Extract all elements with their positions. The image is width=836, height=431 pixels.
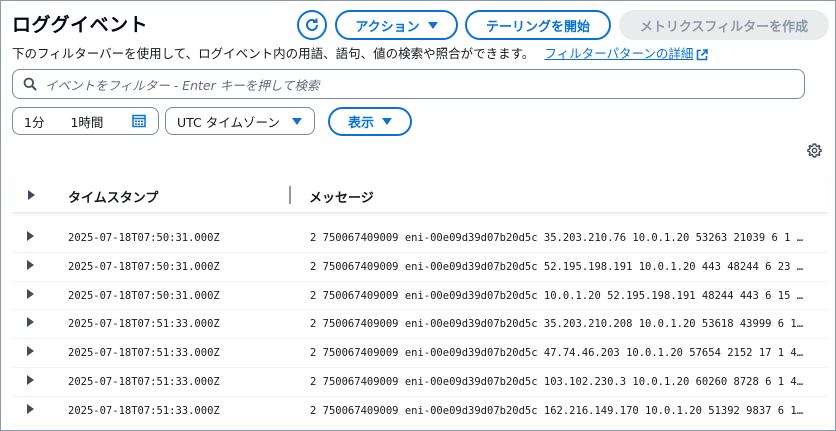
calendar-icon[interactable] xyxy=(132,114,146,128)
filter-description-text: 下のフィルターバーを使用して、ログイベント内の用語、語句、値の検索や照合ができま… xyxy=(12,46,535,61)
column-header-timestamp[interactable]: タイムスタンプ xyxy=(68,187,158,206)
time-range-selector[interactable]: 1分 1時間 xyxy=(12,107,159,135)
actions-dropdown-button[interactable]: アクション xyxy=(335,10,458,40)
row-message: 2 750067409009 eni-00e09d39d07b20d5c 103… xyxy=(310,375,808,388)
log-events-panel: ロググイベント アクション テーリングを開始 メトリクスフィルターを作成 下のフ… xyxy=(0,0,836,431)
expand-all-icon[interactable] xyxy=(28,190,35,200)
table-row[interactable]: 2025-07-18T07:50:31.000Z 2 750067409009 … xyxy=(12,253,828,282)
start-tailing-button[interactable]: テーリングを開始 xyxy=(465,10,611,40)
timezone-select[interactable]: UTC タイムゾーン xyxy=(165,107,315,135)
filter-pattern-link-label: フィルターパターンの詳細 xyxy=(544,46,694,61)
refresh-button[interactable] xyxy=(297,10,327,40)
row-timestamp: 2025-07-18T07:51:33.000Z xyxy=(68,404,220,417)
row-timestamp: 2025-07-18T07:50:31.000Z xyxy=(68,260,220,273)
table-row[interactable]: 2025-07-18T07:51:33.000Z 2 750067409009 … xyxy=(12,310,828,340)
column-header-message[interactable]: メッセージ xyxy=(309,187,374,206)
event-filter-search[interactable]: イベントをフィルター - Enter キーを押して検索 xyxy=(12,69,805,99)
range-1-minute[interactable]: 1分 xyxy=(24,112,44,131)
row-timestamp: 2025-07-18T07:50:31.000Z xyxy=(68,232,220,244)
filter-pattern-link[interactable]: フィルターパターンの詳細 xyxy=(544,46,709,61)
expand-row-icon[interactable] xyxy=(27,317,34,328)
row-timestamp: 2025-07-18T07:50:31.000Z xyxy=(68,289,220,302)
table-row[interactable]: 2025-07-18T07:51:33.000Z 2 750067409009 … xyxy=(12,397,828,426)
row-message: 2 750067409009 eni-00e09d39d07b20d5c 10.… xyxy=(310,289,808,302)
start-tailing-label: テーリングを開始 xyxy=(485,19,590,35)
gear-icon[interactable] xyxy=(807,143,822,158)
expand-row-icon[interactable] xyxy=(27,403,34,414)
caret-down-icon xyxy=(427,21,438,29)
caret-down-icon xyxy=(292,117,302,125)
refresh-icon xyxy=(306,18,318,31)
create-metric-filter-label: メトリクスフィルターを作成 xyxy=(639,19,809,35)
search-icon xyxy=(23,77,37,91)
table-row[interactable]: 2025-07-18T07:50:31.000Z 2 750067409009 … xyxy=(12,224,828,253)
row-timestamp: 2025-07-18T07:51:33.000Z xyxy=(68,318,220,331)
log-events-table-body: 2025-07-18T07:50:31.000Z 2 750067409009 … xyxy=(12,224,828,426)
display-dropdown-button[interactable]: 表示 xyxy=(328,107,412,136)
row-message: 2 750067409009 eni-00e09d39d07b20d5c 35.… xyxy=(310,318,808,331)
table-row[interactable]: 2025-07-18T07:51:33.000Z 2 750067409009 … xyxy=(12,368,828,397)
row-message: 2 750067409009 eni-00e09d39d07b20d5c 47.… xyxy=(310,347,808,360)
row-message: 2 750067409009 eni-00e09d39d07b20d5c 162… xyxy=(310,404,808,417)
expand-row-icon[interactable] xyxy=(27,259,34,270)
expand-row-icon[interactable] xyxy=(27,231,34,241)
expand-row-icon[interactable] xyxy=(27,374,34,385)
display-label: 表示 xyxy=(347,116,374,131)
caret-down-icon xyxy=(382,118,392,125)
filter-description: 下のフィルターバーを使用して、ログイベント内の用語、語句、値の検索や照合ができま… xyxy=(12,43,709,62)
table-row[interactable]: 2025-07-18T07:50:31.000Z 2 750067409009 … xyxy=(12,282,828,311)
range-1-hour[interactable]: 1時間 xyxy=(70,112,103,131)
row-message: 2 750067409009 eni-00e09d39d07b20d5c 35.… xyxy=(310,232,808,244)
table-header: タイムスタンプ メッセージ xyxy=(12,177,828,213)
page-title: ロググイベント xyxy=(12,14,149,36)
row-timestamp: 2025-07-18T07:51:33.000Z xyxy=(68,347,220,360)
table-row[interactable]: 2025-07-18T07:51:33.000Z 2 750067409009 … xyxy=(12,339,828,368)
create-metric-filter-button[interactable]: メトリクスフィルターを作成 xyxy=(619,10,829,40)
actions-label: アクション xyxy=(355,19,420,35)
search-input[interactable]: イベントをフィルター - Enter キーを押して検索 xyxy=(45,75,319,94)
expand-row-icon[interactable] xyxy=(27,346,34,357)
expand-row-icon[interactable] xyxy=(27,288,34,299)
row-message: 2 750067409009 eni-00e09d39d07b20d5c 52.… xyxy=(310,260,808,273)
column-divider[interactable] xyxy=(289,186,291,204)
row-timestamp: 2025-07-18T07:51:33.000Z xyxy=(68,375,220,388)
timezone-value: UTC タイムゾーン xyxy=(177,114,280,130)
external-link-icon xyxy=(697,48,709,60)
